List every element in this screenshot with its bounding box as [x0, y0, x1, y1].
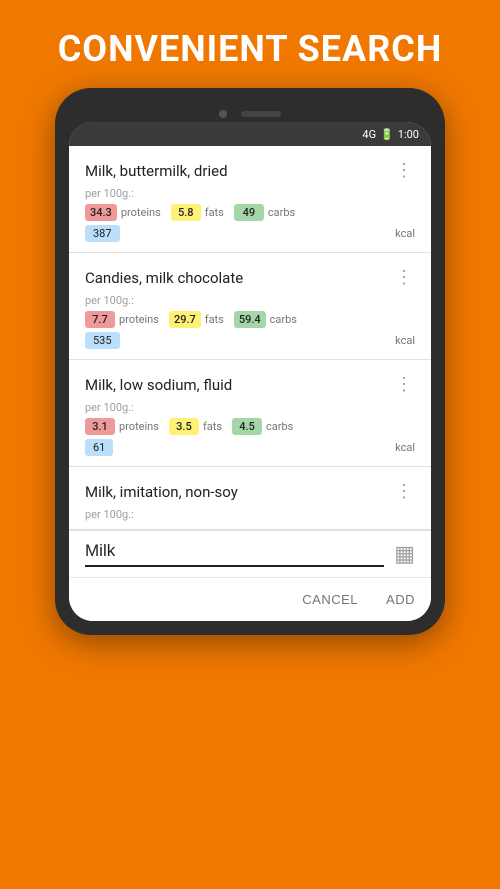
carb-val-1: 49	[234, 204, 264, 221]
per-label-4: per 100g.:	[85, 508, 415, 521]
kcal-label-1: kcal	[395, 227, 415, 240]
food-card-4[interactable]: Milk, imitation, non-soy ⋮ per 100g.:	[69, 467, 431, 530]
carb-label-3: carbs	[266, 420, 293, 433]
carb-val-3: 4.5	[232, 418, 262, 435]
signal-icon: 4G	[362, 128, 376, 141]
more-menu-4[interactable]: ⋮	[393, 481, 415, 502]
food-name-1: Milk, buttermilk, dried	[85, 162, 228, 180]
protein-val-3: 3.1	[85, 418, 115, 435]
fat-label-3: fats	[203, 420, 222, 433]
kcal-label-2: kcal	[395, 334, 415, 347]
fat-val-1: 5.8	[171, 204, 201, 221]
protein-label-1: proteins	[121, 206, 161, 219]
food-name-4: Milk, imitation, non-soy	[85, 483, 238, 501]
carb-val-2: 59.4	[234, 311, 266, 328]
action-bar: CANCEL ADD	[69, 577, 431, 621]
carb-label-2: carbs	[270, 313, 297, 326]
phone-notch	[69, 102, 431, 122]
food-card-1[interactable]: Milk, buttermilk, dried ⋮ per 100g.: 34.…	[69, 146, 431, 253]
time-display: 1:00	[398, 128, 419, 141]
fat-label-2: fats	[205, 313, 224, 326]
add-button[interactable]: ADD	[386, 586, 415, 613]
food-card-2[interactable]: Candies, milk chocolate ⋮ per 100g.: 7.7…	[69, 253, 431, 360]
camera	[219, 110, 227, 118]
protein-val-2: 7.7	[85, 311, 115, 328]
cancel-button[interactable]: CANCEL	[302, 586, 358, 613]
protein-val-1: 34.3	[85, 204, 117, 221]
status-icons: 4G 🔋 1:00	[362, 128, 419, 141]
more-menu-3[interactable]: ⋮	[393, 374, 415, 395]
protein-label-2: proteins	[119, 313, 159, 326]
carb-label-1: carbs	[268, 206, 295, 219]
speaker	[241, 111, 281, 117]
fat-val-2: 29.7	[169, 311, 201, 328]
food-list: Milk, buttermilk, dried ⋮ per 100g.: 34.…	[69, 146, 431, 530]
kcal-val-3: 61	[85, 439, 113, 456]
more-menu-2[interactable]: ⋮	[393, 267, 415, 288]
kcal-val-1: 387	[85, 225, 120, 242]
status-bar: 4G 🔋 1:00	[69, 122, 431, 146]
food-name-3: Milk, low sodium, fluid	[85, 376, 232, 394]
phone-screen: 4G 🔋 1:00 Milk, buttermilk, dried ⋮ per …	[69, 122, 431, 621]
more-menu-1[interactable]: ⋮	[393, 160, 415, 181]
food-card-3[interactable]: Milk, low sodium, fluid ⋮ per 100g.: 3.1…	[69, 360, 431, 467]
phone-frame: 4G 🔋 1:00 Milk, buttermilk, dried ⋮ per …	[55, 88, 445, 635]
per-label-1: per 100g.:	[85, 187, 415, 200]
search-bar[interactable]: ▦	[69, 530, 431, 577]
per-label-2: per 100g.:	[85, 294, 415, 307]
protein-label-3: proteins	[119, 420, 159, 433]
page-title-heading: CONVENIENT SEARCH	[38, 0, 463, 88]
fat-label-1: fats	[205, 206, 224, 219]
food-name-2: Candies, milk chocolate	[85, 269, 243, 287]
barcode-icon[interactable]: ▦	[394, 542, 415, 567]
per-label-3: per 100g.:	[85, 401, 415, 414]
fat-val-3: 3.5	[169, 418, 199, 435]
kcal-val-2: 535	[85, 332, 120, 349]
search-input[interactable]	[85, 541, 384, 567]
battery-icon: 🔋	[380, 128, 394, 141]
kcal-label-3: kcal	[395, 441, 415, 454]
